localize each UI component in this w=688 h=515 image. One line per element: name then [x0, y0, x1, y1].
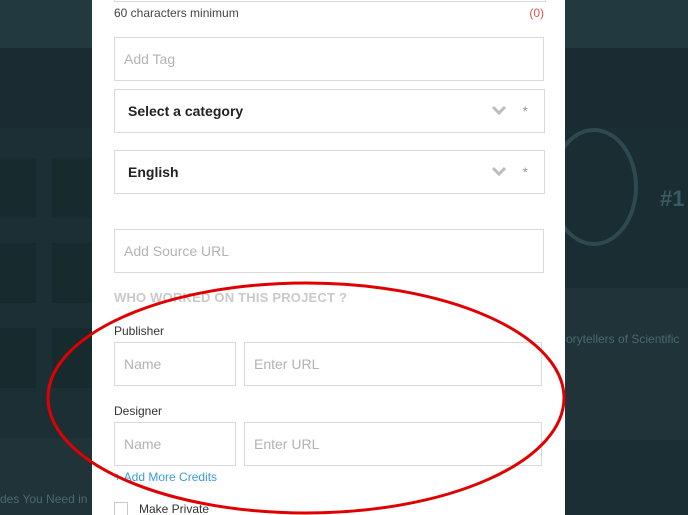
required-asterisk: *: [522, 103, 528, 119]
background-story-text: orytellers of Scientific: [566, 332, 680, 346]
description-hint: 60 characters minimum: [114, 6, 239, 20]
publisher-url-input[interactable]: Enter URL: [244, 342, 542, 386]
credits-section-title: WHO WORKED ON THIS PROJECT ?: [114, 290, 348, 305]
required-asterisk: *: [522, 164, 528, 180]
background-tile: [0, 243, 36, 303]
designer-name-input[interactable]: Name: [114, 422, 236, 466]
publisher-name-placeholder: Name: [124, 356, 162, 372]
description-textarea-edge[interactable]: [114, 0, 546, 2]
chevron-down-icon: [492, 166, 506, 176]
designer-url-input[interactable]: Enter URL: [244, 422, 542, 466]
background-tile: [52, 328, 92, 388]
add-more-credits-link[interactable]: + Add More Credits: [114, 470, 217, 484]
publisher-label: Publisher: [114, 324, 165, 338]
add-tag-input[interactable]: Add Tag: [114, 37, 544, 81]
background-tile: [52, 243, 92, 303]
background-rank: #1: [660, 186, 685, 211]
language-select-value: English: [128, 164, 179, 180]
background-tile: [0, 328, 36, 388]
source-url-placeholder: Add Source URL: [124, 243, 230, 259]
make-private-label: Make Private: [139, 502, 210, 515]
character-counter: (0): [529, 6, 544, 20]
add-tag-placeholder: Add Tag: [124, 51, 176, 67]
make-private-checkbox[interactable]: [114, 502, 128, 515]
source-url-input[interactable]: Add Source URL: [114, 229, 544, 273]
category-select[interactable]: Select a category *: [114, 89, 545, 133]
category-select-value: Select a category: [128, 103, 244, 119]
project-form-modal: 60 characters minimum (0) Add Tag Select…: [92, 0, 565, 515]
background-tile: [0, 158, 36, 218]
background-left-column: [0, 128, 92, 438]
publisher-name-input[interactable]: Name: [114, 342, 236, 386]
designer-url-placeholder: Enter URL: [254, 436, 320, 452]
designer-name-placeholder: Name: [124, 436, 162, 452]
chevron-down-icon: [492, 105, 506, 115]
background-tile: [52, 158, 92, 218]
language-select[interactable]: English *: [114, 150, 545, 194]
publisher-url-placeholder: Enter URL: [254, 356, 320, 372]
designer-label: Designer: [114, 404, 163, 418]
background-bottom-text: des You Need in: [0, 492, 88, 506]
background-bottom-tile: [565, 440, 688, 515]
